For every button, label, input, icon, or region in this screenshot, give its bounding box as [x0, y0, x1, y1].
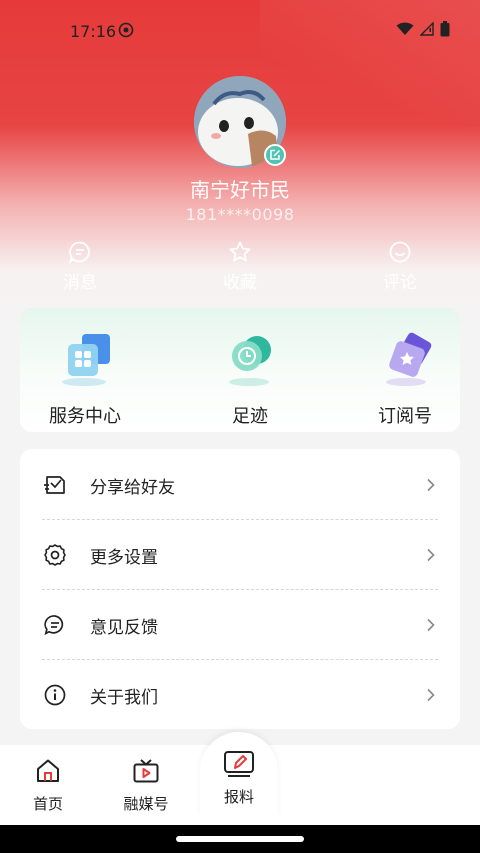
message-icon	[69, 241, 90, 264]
quick-action-messages[interactable]: 消息	[40, 240, 120, 293]
service-label: 足迹	[232, 406, 268, 427]
home-icon	[37, 759, 59, 782]
subscription-icon	[350, 330, 460, 388]
chevron-right-icon	[427, 548, 435, 562]
quick-action-label: 收藏	[223, 273, 257, 293]
menu-item-label: 意见反馈	[90, 617, 158, 638]
quick-actions: 消息 收藏 评论	[0, 240, 480, 300]
tab-home[interactable]: 首页	[8, 757, 88, 814]
service-center-button[interactable]: 服务中心	[30, 330, 140, 428]
menu-item-label: 更多设置	[90, 547, 158, 568]
phone-number: 181****0098	[185, 205, 295, 224]
tab-label: 首页	[32, 795, 63, 813]
tab-label: 报料	[223, 788, 254, 806]
menu-item-share[interactable]: 分享给好友	[42, 450, 438, 520]
status-indicators	[396, 21, 450, 37]
quick-action-comments[interactable]: 评论	[360, 240, 440, 293]
edit-icon	[270, 149, 281, 160]
service-center-icon	[30, 330, 140, 388]
menu-item-label: 关于我们	[90, 687, 158, 708]
wifi-icon	[396, 22, 414, 35]
home-gesture-handle[interactable]	[176, 836, 304, 842]
chevron-right-icon	[427, 478, 435, 492]
tab-media[interactable]: 融媒号	[106, 757, 186, 814]
service-label: 服务中心	[49, 406, 121, 427]
star-icon	[229, 241, 251, 262]
system-navigation-bar	[0, 825, 480, 853]
menu-item-settings[interactable]: 更多设置	[42, 520, 438, 590]
tv-icon	[133, 759, 159, 783]
menu-item-about[interactable]: 关于我们	[42, 660, 438, 730]
quick-action-label: 评论	[383, 273, 417, 293]
username[interactable]: 南宁好市民	[0, 174, 480, 203]
info-icon	[42, 682, 68, 708]
edit-avatar-button[interactable]	[264, 144, 286, 166]
services-card: 服务中心 足迹 订阅号	[20, 308, 460, 432]
comment-icon	[389, 241, 411, 263]
tab-label: 融媒号	[123, 795, 169, 813]
app-notification-icon	[118, 22, 134, 38]
menu-item-label: 分享给好友	[90, 477, 175, 498]
share-icon	[42, 472, 68, 498]
battery-icon	[440, 21, 450, 37]
quick-action-favorites[interactable]: 收藏	[200, 240, 280, 293]
feedback-icon	[42, 612, 68, 638]
service-label: 订阅号	[378, 406, 432, 427]
settings-menu: 分享给好友 更多设置 意见反馈 关于我们	[20, 449, 460, 729]
quick-action-label: 消息	[63, 273, 97, 293]
report-icon	[224, 751, 254, 777]
footprint-icon	[195, 330, 305, 388]
chevron-right-icon	[427, 688, 435, 702]
subscription-button[interactable]: 订阅号	[350, 330, 460, 428]
status-time: 17:16	[70, 22, 117, 41]
avatar[interactable]	[194, 76, 286, 168]
settings-icon	[42, 542, 68, 568]
signal-icon	[420, 22, 434, 36]
menu-item-feedback[interactable]: 意见反馈	[42, 590, 438, 660]
tab-report[interactable]: 报料	[200, 732, 278, 818]
status-bar: 17:16	[0, 0, 480, 60]
footprint-button[interactable]: 足迹	[195, 330, 305, 428]
chevron-right-icon	[427, 618, 435, 632]
